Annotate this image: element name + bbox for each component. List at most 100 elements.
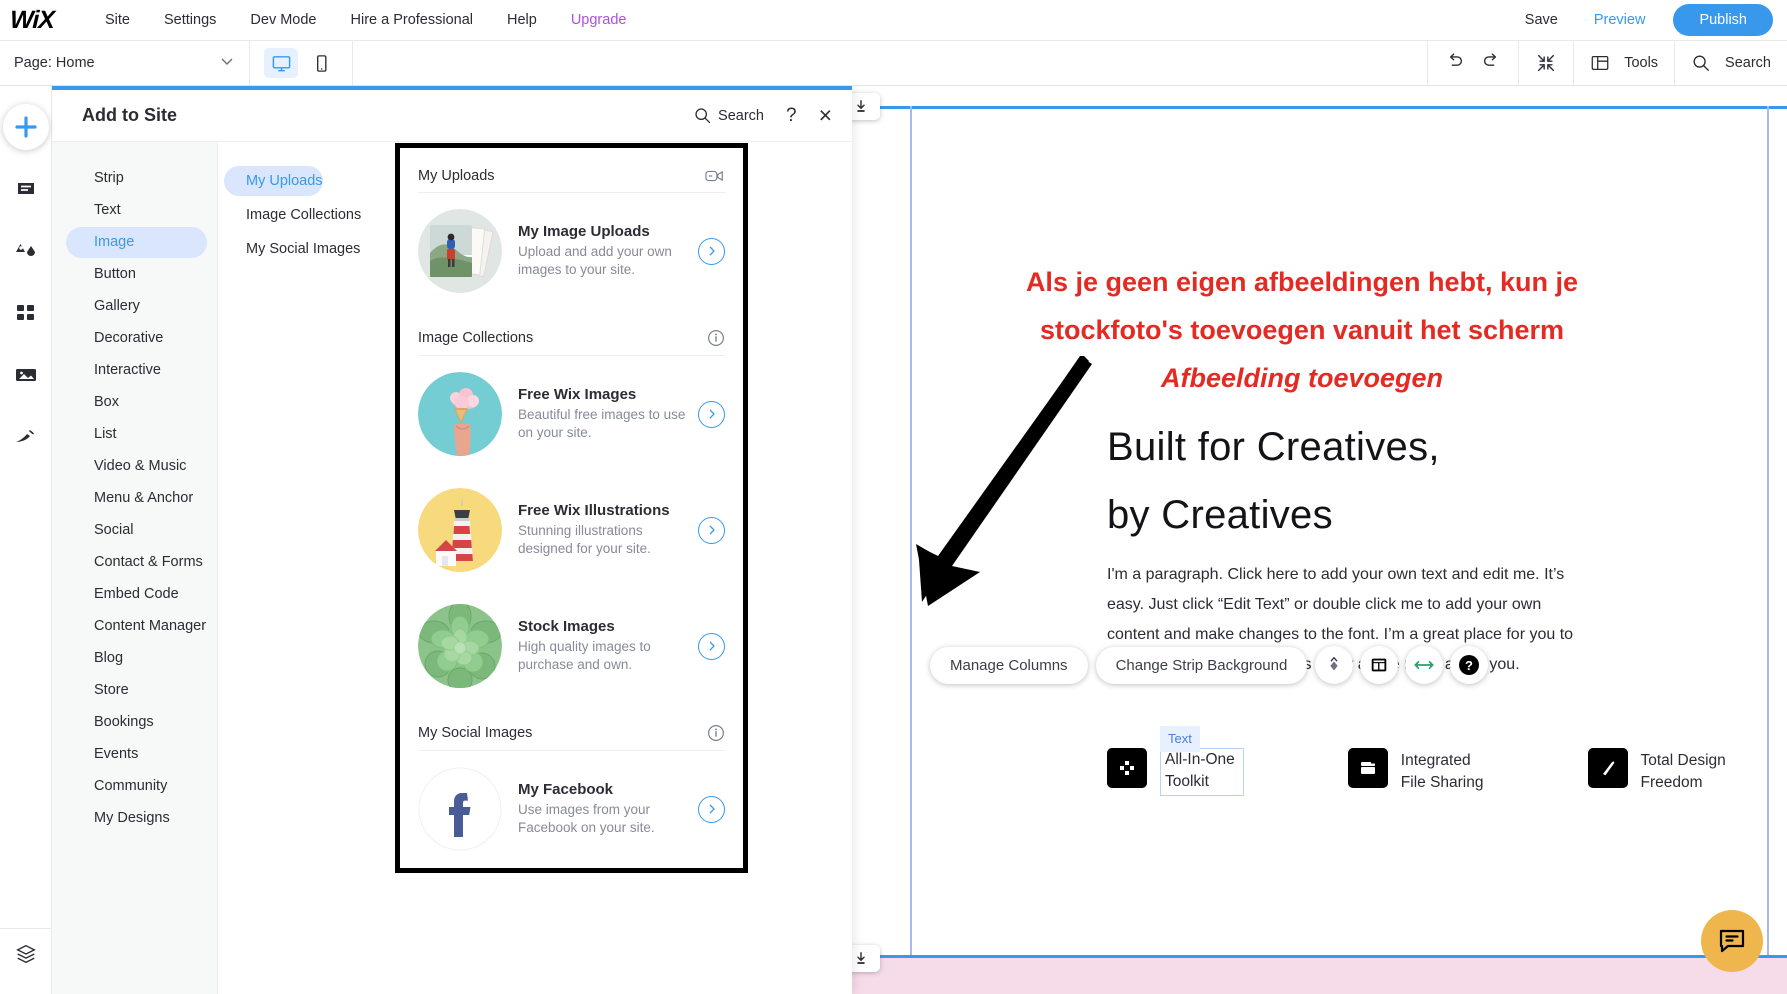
category-item-text[interactable]: Text	[66, 195, 207, 226]
feature-label-line-2: Toolkit	[1165, 773, 1209, 790]
menu-item-site[interactable]: Site	[88, 0, 147, 41]
chat-button[interactable]	[1701, 910, 1763, 972]
publish-button[interactable]: Publish	[1673, 4, 1773, 36]
animation-icon[interactable]	[1315, 646, 1354, 684]
category-item-image[interactable]: Image	[66, 227, 207, 258]
menu-item-help[interactable]: Help	[490, 0, 554, 41]
category-item-box[interactable]: Box	[66, 387, 207, 418]
pages-icon[interactable]	[0, 158, 52, 220]
section-header-image-collections: Image Collections	[418, 309, 725, 356]
list-item-text: My Facebook Use images from your Faceboo…	[518, 781, 698, 837]
search-button[interactable]: Search	[1674, 41, 1787, 85]
panel-title: Add to Site	[82, 105, 177, 125]
subcategory-item-my-uploads[interactable]: My Uploads	[224, 166, 323, 196]
add-icon[interactable]	[3, 104, 49, 150]
category-item-content-manager[interactable]: Content Manager	[66, 611, 207, 642]
media-icon[interactable]	[0, 344, 52, 406]
category-item-gallery[interactable]: Gallery	[66, 291, 207, 322]
feature-item-file-sharing[interactable]: Integrated File Sharing	[1347, 748, 1484, 796]
panel-header-actions: Search ? ×	[693, 102, 838, 129]
top-menu-bar: WiX Site Settings Dev Mode Hire a Profes…	[0, 0, 1787, 41]
category-item-social[interactable]: Social	[66, 515, 207, 546]
feature-item-design-freedom[interactable]: Total Design Freedom	[1587, 748, 1726, 796]
category-item-list[interactable]: List	[66, 419, 207, 450]
apps-icon[interactable]	[0, 282, 52, 344]
redo-icon[interactable]	[1480, 50, 1502, 76]
brush-icon	[1587, 748, 1628, 788]
list-item-stock-images[interactable]: Stock Images High quality images to purc…	[418, 588, 725, 704]
list-item-description: Upload and add your own images to your s…	[518, 244, 672, 277]
subcategory-item-image-collections[interactable]: Image Collections	[224, 200, 361, 230]
category-item-video-music[interactable]: Video & Music	[66, 451, 207, 482]
video-icon[interactable]	[705, 168, 725, 184]
list-item-description: High quality images to purchase and own.	[518, 639, 651, 672]
search-label: Search	[1725, 55, 1771, 71]
info-icon[interactable]	[707, 329, 725, 347]
subcategory-list: My Uploads Image Collections My Social I…	[218, 142, 395, 994]
stretch-icon[interactable]	[1405, 646, 1444, 684]
list-item-description: Stunning illustrations designed for your…	[518, 523, 651, 556]
canvas-guide-right	[1767, 106, 1769, 958]
list-item-title: Free Wix Images	[518, 386, 637, 403]
save-button[interactable]: Save	[1507, 12, 1576, 28]
preview-button[interactable]: Preview	[1576, 12, 1664, 28]
hiker-photo-thumb	[418, 209, 502, 293]
theme-icon[interactable]	[0, 220, 52, 282]
page-selector[interactable]: Page: Home	[0, 41, 250, 85]
chevron-right-icon[interactable]	[698, 632, 725, 660]
toolkit-icon	[1107, 748, 1147, 788]
feature-item-toolkit[interactable]: Text All-In-One Toolkit	[1107, 726, 1244, 796]
change-strip-background-button[interactable]: Change Strip Background	[1095, 646, 1308, 684]
list-item-free-wix-illustrations[interactable]: Free Wix Illustrations Stunning illustra…	[418, 472, 725, 588]
mobile-view-button[interactable]	[304, 48, 338, 78]
category-item-community[interactable]: Community	[66, 771, 207, 802]
category-item-decorative[interactable]: Decorative	[66, 323, 207, 354]
panel-search-button[interactable]: Search	[693, 106, 764, 125]
category-item-strip[interactable]: Strip	[66, 163, 207, 194]
editor-toolbar: Page: Home Tools Search	[0, 41, 1787, 86]
category-item-events[interactable]: Events	[66, 739, 207, 770]
category-item-my-designs[interactable]: My Designs	[66, 803, 207, 834]
wix-logo[interactable]: WiX	[9, 6, 55, 35]
list-item-my-facebook[interactable]: My Facebook Use images from your Faceboo…	[418, 751, 725, 867]
feature-label-line-2: Freedom	[1640, 774, 1703, 791]
manage-columns-button[interactable]: Manage Columns	[930, 646, 1088, 684]
list-item-free-wix-images[interactable]: Free Wix Images Beautiful free images to…	[418, 356, 725, 472]
category-item-interactive[interactable]: Interactive	[66, 355, 207, 386]
category-item-embed-code[interactable]: Embed Code	[66, 579, 207, 610]
category-item-contact-forms[interactable]: Contact & Forms	[66, 547, 207, 578]
undo-icon[interactable]	[1444, 50, 1466, 76]
succulent-thumb	[418, 604, 502, 688]
list-item-text: Free Wix Images Beautiful free images to…	[518, 386, 698, 442]
category-item-blog[interactable]: Blog	[66, 643, 207, 674]
feature-label-toolkit: Text All-In-One Toolkit	[1160, 726, 1244, 796]
chevron-right-icon[interactable]	[698, 795, 725, 823]
subcategory-item-my-social-images[interactable]: My Social Images	[224, 234, 360, 264]
layers-icon[interactable]	[0, 928, 52, 978]
menu-item-dev-mode[interactable]: Dev Mode	[233, 0, 333, 41]
menu-item-upgrade[interactable]: Upgrade	[554, 0, 644, 41]
layout-icon[interactable]	[1360, 646, 1399, 684]
chevron-right-icon[interactable]	[698, 516, 725, 544]
zoom-out-button[interactable]	[1518, 41, 1573, 85]
section-header-my-social-images: My Social Images	[418, 704, 725, 751]
help-icon[interactable]: ?	[1450, 646, 1489, 684]
desktop-view-button[interactable]	[264, 48, 298, 78]
undo-redo-group	[1427, 41, 1518, 85]
chevron-right-icon[interactable]	[698, 237, 725, 265]
category-item-bookings[interactable]: Bookings	[66, 707, 207, 738]
panel-close-button[interactable]: ×	[819, 102, 838, 129]
search-icon	[1693, 55, 1710, 71]
menu-item-settings[interactable]: Settings	[147, 0, 233, 41]
page-title: Built for Creatives, by Creatives	[1107, 413, 1440, 549]
contribute-icon[interactable]	[0, 406, 52, 468]
menu-item-hire-a-professional[interactable]: Hire a Professional	[334, 0, 491, 41]
chevron-right-icon[interactable]	[698, 400, 725, 428]
category-item-menu-anchor[interactable]: Menu & Anchor	[66, 483, 207, 514]
category-item-store[interactable]: Store	[66, 675, 207, 706]
info-icon[interactable]	[707, 724, 725, 742]
panel-help-button[interactable]: ?	[786, 105, 797, 127]
category-item-button[interactable]: Button	[66, 259, 207, 290]
list-item-my-image-uploads[interactable]: My Image Uploads Upload and add your own…	[418, 193, 725, 309]
tools-button[interactable]: Tools	[1573, 41, 1674, 85]
